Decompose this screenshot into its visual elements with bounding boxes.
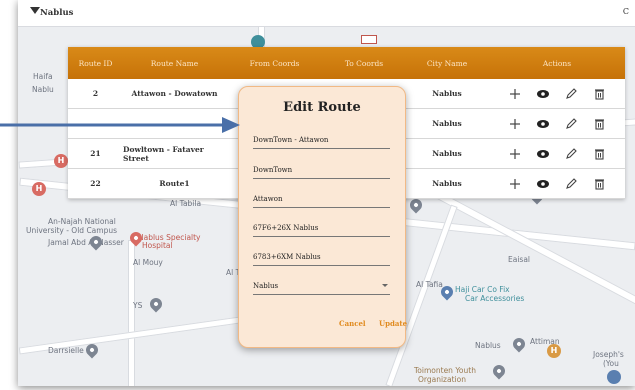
map-label: Organization	[418, 375, 466, 384]
delete-icon[interactable]	[592, 87, 606, 101]
place-icon[interactable]: H	[547, 344, 561, 358]
map-label: Joseph's	[593, 350, 624, 359]
row-actions	[489, 139, 625, 168]
dropdown-icon[interactable]	[30, 7, 40, 14]
search-bar[interactable]: Nablus C	[18, 0, 635, 27]
header-to-coords[interactable]: To Coords	[323, 47, 405, 79]
header-route-name[interactable]: Route Name	[123, 47, 226, 79]
place-icon[interactable]	[607, 370, 621, 384]
view-icon[interactable]	[536, 177, 550, 191]
add-icon[interactable]	[508, 117, 522, 131]
route-id-cell: 21	[90, 149, 101, 158]
route-id-cell: 22	[90, 179, 101, 188]
edit-icon[interactable]	[564, 117, 578, 131]
to-coords-field[interactable]: 6783+6XM Nablus	[253, 249, 390, 266]
map-label: Darrsielle	[48, 346, 84, 355]
map-label: Nablu	[32, 85, 54, 94]
view-icon[interactable]	[536, 117, 550, 131]
to-location-field[interactable]: Attawon	[253, 191, 390, 208]
annotation-arrow	[0, 117, 240, 133]
map-label: University - Old Campus	[26, 226, 117, 235]
map-marker[interactable]	[510, 335, 528, 353]
to-coords-value: 6783+6XM Nablus	[253, 253, 321, 261]
city-select-value: Nablus	[253, 282, 279, 290]
road-sign-icon	[361, 35, 377, 44]
add-icon[interactable]	[508, 87, 522, 101]
map-label: Toimonten Youth	[414, 366, 476, 375]
from-location-field[interactable]: DownTown	[253, 162, 390, 179]
map-label: Haifa	[33, 72, 53, 81]
from-location-value: DownTown	[253, 166, 293, 174]
map-label: Eaisal	[508, 255, 531, 264]
hospital-icon[interactable]: H	[32, 182, 46, 196]
edit-icon[interactable]	[564, 177, 578, 191]
route-name-field[interactable]: DownTown - Attawon	[253, 132, 390, 149]
topbar-right-text: C	[622, 7, 629, 16]
delete-icon[interactable]	[592, 177, 606, 191]
map-label: Al Mouy	[133, 258, 163, 267]
header-from-coords[interactable]: From Coords	[226, 47, 323, 79]
map-marker[interactable]	[87, 233, 105, 251]
map-label: YS	[133, 301, 143, 310]
view-icon[interactable]	[536, 147, 550, 161]
map-marker[interactable]	[490, 362, 508, 380]
from-coords-field[interactable]: 67F6+26X Nablus	[253, 220, 390, 237]
map-marker[interactable]	[407, 196, 425, 214]
edit-icon[interactable]	[564, 147, 578, 161]
header-actions: Actions	[542, 58, 572, 68]
table-header: Route ID Route Name From Coords To Coord…	[68, 47, 625, 79]
row-actions	[489, 169, 625, 198]
view-icon[interactable]	[536, 87, 550, 101]
cancel-button[interactable]: Cancel	[339, 319, 366, 328]
header-route-id[interactable]: Route ID	[68, 47, 123, 79]
app-window: Haifa Nablu An-Najah National University…	[18, 0, 635, 386]
route-name-cell: Route1	[159, 179, 190, 188]
header-city-name[interactable]: City Name	[405, 47, 489, 79]
map-label: Jamal Abd Al-Nasser	[48, 238, 124, 247]
city-name-cell: Nablus	[432, 179, 462, 188]
map-label: Haji Car Co Fix	[455, 285, 510, 294]
update-button[interactable]: Update	[379, 319, 407, 328]
add-icon[interactable]	[508, 177, 522, 191]
city-select[interactable]: Nablus	[253, 278, 390, 295]
delete-icon[interactable]	[592, 147, 606, 161]
from-coords-value: 67F6+26X Nablus	[253, 224, 319, 232]
city-name-cell: Nablus	[432, 119, 462, 128]
hospital-icon[interactable]: H	[54, 154, 68, 168]
add-icon[interactable]	[508, 147, 522, 161]
city-name-cell: Nablus	[432, 89, 462, 98]
edit-icon[interactable]	[564, 87, 578, 101]
to-location-value: Attawon	[253, 195, 283, 203]
city-name-cell: Nablus	[432, 149, 462, 158]
route-name-cell: Dowltown - Fataver Street	[123, 144, 204, 163]
delete-icon[interactable]	[592, 117, 606, 131]
map-label: (You	[603, 359, 619, 368]
city-search-value: Nablus	[40, 8, 74, 18]
map-label: An-Najah National	[48, 217, 116, 226]
row-actions	[489, 109, 625, 138]
map-label: Car Accessories	[465, 294, 525, 303]
map-label: Nablus	[475, 341, 501, 350]
map-label: Al Tafia	[416, 280, 443, 289]
map-marker[interactable]	[147, 295, 165, 313]
map-label: Hospital	[142, 241, 173, 250]
map-label: Al Tabila	[170, 199, 202, 208]
row-actions	[489, 79, 625, 108]
